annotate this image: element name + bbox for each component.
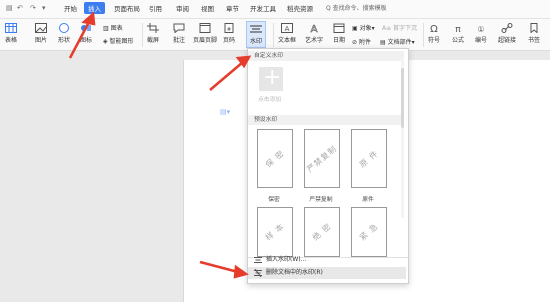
annotation-arrows — [68, 11, 252, 279]
arrow-to-insert-tab — [68, 11, 96, 59]
arrow-to-watermark-button — [209, 55, 252, 91]
arrow-to-delete-command — [199, 260, 249, 279]
